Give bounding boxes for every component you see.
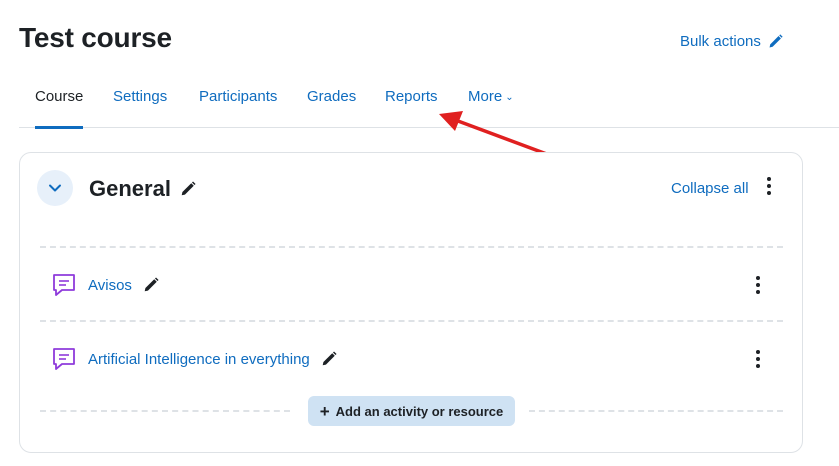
tab-participants[interactable]: Participants <box>199 78 277 128</box>
pencil-icon[interactable] <box>320 350 338 368</box>
activity-kebab-menu-icon[interactable] <box>750 273 766 297</box>
tab-grades[interactable]: Grades <box>307 78 356 128</box>
tab-reports-label: Reports <box>385 88 438 105</box>
pencil-icon[interactable] <box>142 276 160 294</box>
course-nav-tabs: Course Settings Participants Grades Repo… <box>19 78 839 129</box>
activity-kebab-menu-icon[interactable] <box>750 347 766 371</box>
section-kebab-menu-icon[interactable] <box>761 174 777 198</box>
course-page: Test course Bulk actions Course Settings… <box>0 0 839 466</box>
divider <box>40 410 290 412</box>
forum-icon <box>53 274 75 296</box>
section-collapse-toggle[interactable] <box>37 170 73 206</box>
collapse-all-link[interactable]: Collapse all <box>671 180 749 197</box>
bulk-actions-label: Bulk actions <box>680 33 761 50</box>
divider <box>529 410 783 412</box>
forum-icon <box>53 348 75 370</box>
section-general: General Collapse all Avisos Artificial I… <box>19 152 803 453</box>
activity-link[interactable]: Avisos <box>88 277 132 294</box>
activity-item: Artificial Intelligence in everything <box>50 343 338 375</box>
tab-course-label: Course <box>35 88 84 105</box>
page-title: Test course <box>19 22 172 53</box>
tab-more[interactable]: More ⌄ <box>468 78 514 128</box>
divider <box>40 320 783 322</box>
section-title-text: General <box>89 176 171 201</box>
section-title: General <box>89 176 197 202</box>
tab-more-label: More <box>468 88 503 105</box>
bulk-actions-button[interactable]: Bulk actions <box>680 33 784 50</box>
pencil-icon <box>769 34 783 48</box>
tab-participants-label: Participants <box>199 88 278 105</box>
tab-grades-label: Grades <box>307 88 357 105</box>
activity-link[interactable]: Artificial Intelligence in everything <box>88 351 310 368</box>
divider <box>40 246 783 248</box>
tab-settings[interactable]: Settings <box>113 78 167 128</box>
pencil-icon[interactable] <box>179 180 197 198</box>
activity-item: Avisos <box>50 269 160 301</box>
add-activity-button[interactable]: + Add an activity or resource <box>308 396 515 426</box>
plus-icon: + <box>319 401 330 421</box>
tab-reports[interactable]: Reports <box>385 78 438 128</box>
add-activity-label: Add an activity or resource <box>335 403 504 419</box>
tab-course[interactable]: Course <box>35 78 84 129</box>
chevron-down-icon: ⌄ <box>505 92 514 103</box>
tab-settings-label: Settings <box>113 88 168 105</box>
chevron-down-icon <box>49 184 61 192</box>
